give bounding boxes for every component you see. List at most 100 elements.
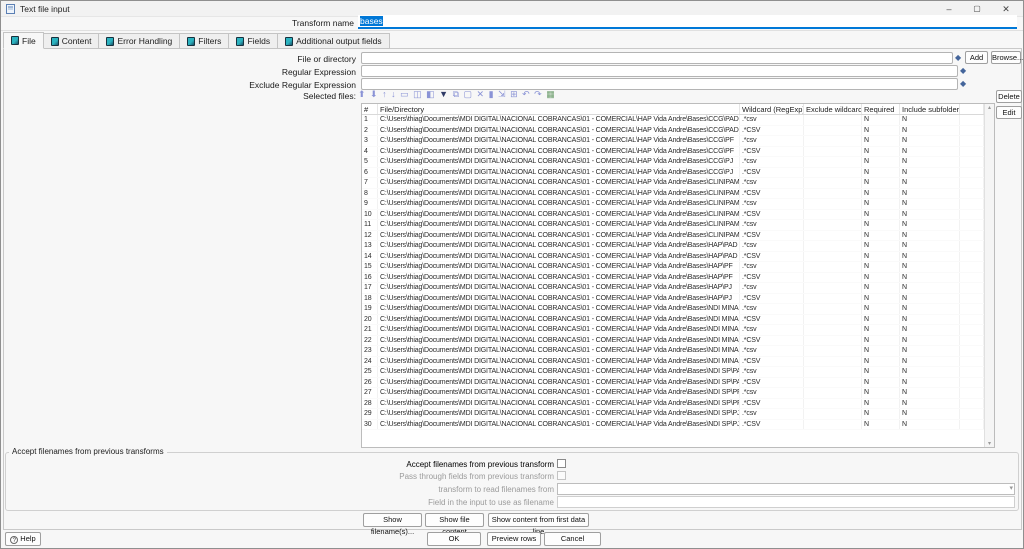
table-cell: .*CSV: [740, 230, 804, 240]
table-row[interactable]: 21 C:\Users\thiag\Documents\MDI DIGITAL\N…: [362, 325, 984, 336]
table-cell: 25: [362, 367, 378, 377]
table-cell: .*csv: [740, 157, 804, 167]
tab-filters[interactable]: Filters: [180, 33, 230, 49]
variable-indicator-icon: ◆: [955, 53, 962, 62]
table-row[interactable]: 23 C:\Users\thiag\Documents\MDI DIGITAL\N…: [362, 346, 984, 357]
browse-button[interactable]: Browse...: [991, 51, 1023, 64]
table-row[interactable]: 26 C:\Users\thiag\Documents\MDI DIGITAL\N…: [362, 377, 984, 388]
table-row[interactable]: 24 C:\Users\thiag\Documents\MDI DIGITAL\N…: [362, 356, 984, 367]
file-or-directory-input[interactable]: [361, 52, 953, 64]
keep-selected-rows-icon[interactable]: ⇲: [498, 88, 506, 100]
preview-rows-button[interactable]: Preview rows: [487, 532, 541, 546]
transform-step-icon: [187, 36, 196, 46]
transform-name-input[interactable]: bases: [358, 15, 1017, 29]
clear-rows-icon[interactable]: ▭: [400, 88, 409, 100]
show-filenames-button[interactable]: Show filename(s)...: [363, 513, 422, 536]
column-header-required[interactable]: Required: [862, 104, 900, 114]
optimal-width-with-header-icon[interactable]: ◫: [413, 88, 422, 100]
table-row[interactable]: 14 C:\Users\thiag\Documents\MDI DIGITAL\N…: [362, 251, 984, 262]
table-row[interactable]: 22 C:\Users\thiag\Documents\MDI DIGITAL\N…: [362, 335, 984, 346]
show-file-content-button[interactable]: Show file content: [425, 513, 484, 536]
table-cell: C:\Users\thiag\Documents\MDI DIGITAL\NAC…: [378, 272, 740, 282]
table-row[interactable]: 1 C:\Users\thiag\Documents\MDI DIGITAL\NA…: [362, 115, 984, 126]
variable-indicator-icon: ◆: [960, 79, 967, 88]
tab-file[interactable]: File: [3, 32, 44, 49]
table-row[interactable]: 4 C:\Users\thiag\Documents\MDI DIGITAL\NA…: [362, 146, 984, 157]
show-first-data-line-button[interactable]: Show content from first data line: [488, 513, 589, 536]
move-rows-up-icon[interactable]: ↑: [382, 88, 387, 100]
column-header-include-subfolders[interactable]: Include subfolders: [900, 104, 960, 114]
regular-expression-input[interactable]: [361, 65, 958, 77]
table-cell: N: [900, 251, 960, 261]
edit-button[interactable]: Edit: [996, 106, 1022, 119]
table-scrollbar[interactable]: ▴ ▾: [984, 104, 994, 447]
help-button[interactable]: ? Help: [5, 532, 41, 546]
tab-content[interactable]: Content: [43, 33, 100, 49]
tab-additional-output-fields[interactable]: Additional output fields: [278, 33, 390, 49]
table-row[interactable]: 13 C:\Users\thiag\Documents\MDI DIGITAL\N…: [362, 241, 984, 252]
column-header-wildcard-regexp-[interactable]: Wildcard (RegExp): [740, 104, 804, 114]
move-rows-down-icon[interactable]: ↓: [391, 88, 396, 100]
tab-error-handling[interactable]: Error Handling: [99, 33, 181, 49]
table-cell: [960, 157, 984, 167]
table-cell: [960, 125, 984, 135]
table-row[interactable]: 27 C:\Users\thiag\Documents\MDI DIGITAL\N…: [362, 388, 984, 399]
table-row[interactable]: 7 C:\Users\thiag\Documents\MDI DIGITAL\NA…: [362, 178, 984, 189]
column-header-file-directory[interactable]: File/Directory: [378, 104, 740, 114]
copy-field-to-all-rows-icon[interactable]: ⊞: [510, 88, 518, 100]
table-cell: N: [862, 419, 900, 429]
table-row[interactable]: 10 C:\Users\thiag\Documents\MDI DIGITAL\N…: [362, 209, 984, 220]
sort-ascending-icon[interactable]: ⬆: [358, 88, 366, 100]
table-row[interactable]: 5 C:\Users\thiag\Documents\MDI DIGITAL\NA…: [362, 157, 984, 168]
accept-filenames-checkbox[interactable]: [557, 459, 566, 468]
table-cell: N: [862, 367, 900, 377]
table-row[interactable]: 20 C:\Users\thiag\Documents\MDI DIGITAL\N…: [362, 314, 984, 325]
regular-expression-label: Regular Expression: [281, 67, 356, 77]
cut-rows-icon[interactable]: ✕: [477, 88, 485, 100]
optimal-width-without-header-icon[interactable]: ◧: [426, 88, 435, 100]
table-row[interactable]: 2 C:\Users\thiag\Documents\MDI DIGITAL\NA…: [362, 125, 984, 136]
table-row[interactable]: 9 C:\Users\thiag\Documents\MDI DIGITAL\NA…: [362, 199, 984, 210]
table-row[interactable]: 17 C:\Users\thiag\Documents\MDI DIGITAL\N…: [362, 283, 984, 294]
table-cell: C:\Users\thiag\Documents\MDI DIGITAL\NAC…: [380, 335, 740, 345]
table-cell: N: [862, 304, 900, 314]
table-row[interactable]: 30 C:\Users\thiag\Documents\MDI DIGITAL\N…: [362, 419, 984, 430]
table-cell: N: [862, 356, 900, 366]
table-row[interactable]: 3 C:\Users\thiag\Documents\MDI DIGITAL\NA…: [362, 136, 984, 147]
copy-rows-icon[interactable]: ⧉: [453, 88, 459, 100]
selected-files-table: # File/Directory Wildcard (RegExp) Exclude …: [361, 103, 995, 448]
tab-label: Filters: [198, 36, 222, 46]
table-cell: [960, 167, 984, 177]
delete-rows-icon[interactable]: ▮: [489, 88, 494, 100]
table-row[interactable]: 8 C:\Users\thiag\Documents\MDI DIGITAL\NA…: [362, 188, 984, 199]
ok-button[interactable]: OK: [427, 532, 481, 546]
table-row[interactable]: 16 C:\Users\thiag\Documents\MDI DIGITAL\N…: [362, 272, 984, 283]
redo-icon[interactable]: ↷: [534, 88, 542, 100]
table-row[interactable]: 25 C:\Users\thiag\Documents\MDI DIGITAL\N…: [362, 367, 984, 378]
edit-row-icon[interactable]: ▦: [546, 88, 555, 100]
sort-descending-icon[interactable]: ⬇: [370, 88, 378, 100]
filter-rows-icon[interactable]: ▼: [439, 88, 448, 100]
table-row[interactable]: 29 C:\Users\thiag\Documents\MDI DIGITAL\N…: [362, 409, 984, 420]
column-header--[interactable]: #: [362, 104, 378, 114]
table-row[interactable]: 28 C:\Users\thiag\Documents\MDI DIGITAL\N…: [362, 398, 984, 409]
table-cell: [960, 220, 984, 230]
table-cell: N: [862, 293, 900, 303]
table-cell: [960, 388, 984, 398]
add-button[interactable]: Add: [965, 51, 988, 64]
table-row[interactable]: 11 C:\Users\thiag\Documents\MDI DIGITAL\N…: [362, 220, 984, 231]
table-cell: 16: [362, 272, 378, 282]
paste-rows-icon[interactable]: ▢: [464, 88, 473, 100]
table-cell: N: [862, 178, 900, 188]
undo-icon[interactable]: ↶: [522, 88, 530, 100]
table-cell: [960, 199, 984, 209]
table-row[interactable]: 15 C:\Users\thiag\Documents\MDI DIGITAL\N…: [362, 262, 984, 273]
table-row[interactable]: 18 C:\Users\thiag\Documents\MDI DIGITAL\N…: [362, 293, 984, 304]
table-row[interactable]: 12 C:\Users\thiag\Documents\MDI DIGITAL\N…: [362, 230, 984, 241]
tab-fields[interactable]: Fields: [229, 33, 279, 49]
cancel-button[interactable]: Cancel: [544, 532, 601, 546]
table-row[interactable]: 19 C:\Users\thiag\Documents\MDI DIGITAL\N…: [362, 304, 984, 315]
delete-button[interactable]: Delete: [996, 90, 1022, 103]
column-header-exclude-wildcard[interactable]: Exclude wildcard: [804, 104, 862, 114]
table-row[interactable]: 6 C:\Users\thiag\Documents\MDI DIGITAL\NA…: [362, 167, 984, 178]
